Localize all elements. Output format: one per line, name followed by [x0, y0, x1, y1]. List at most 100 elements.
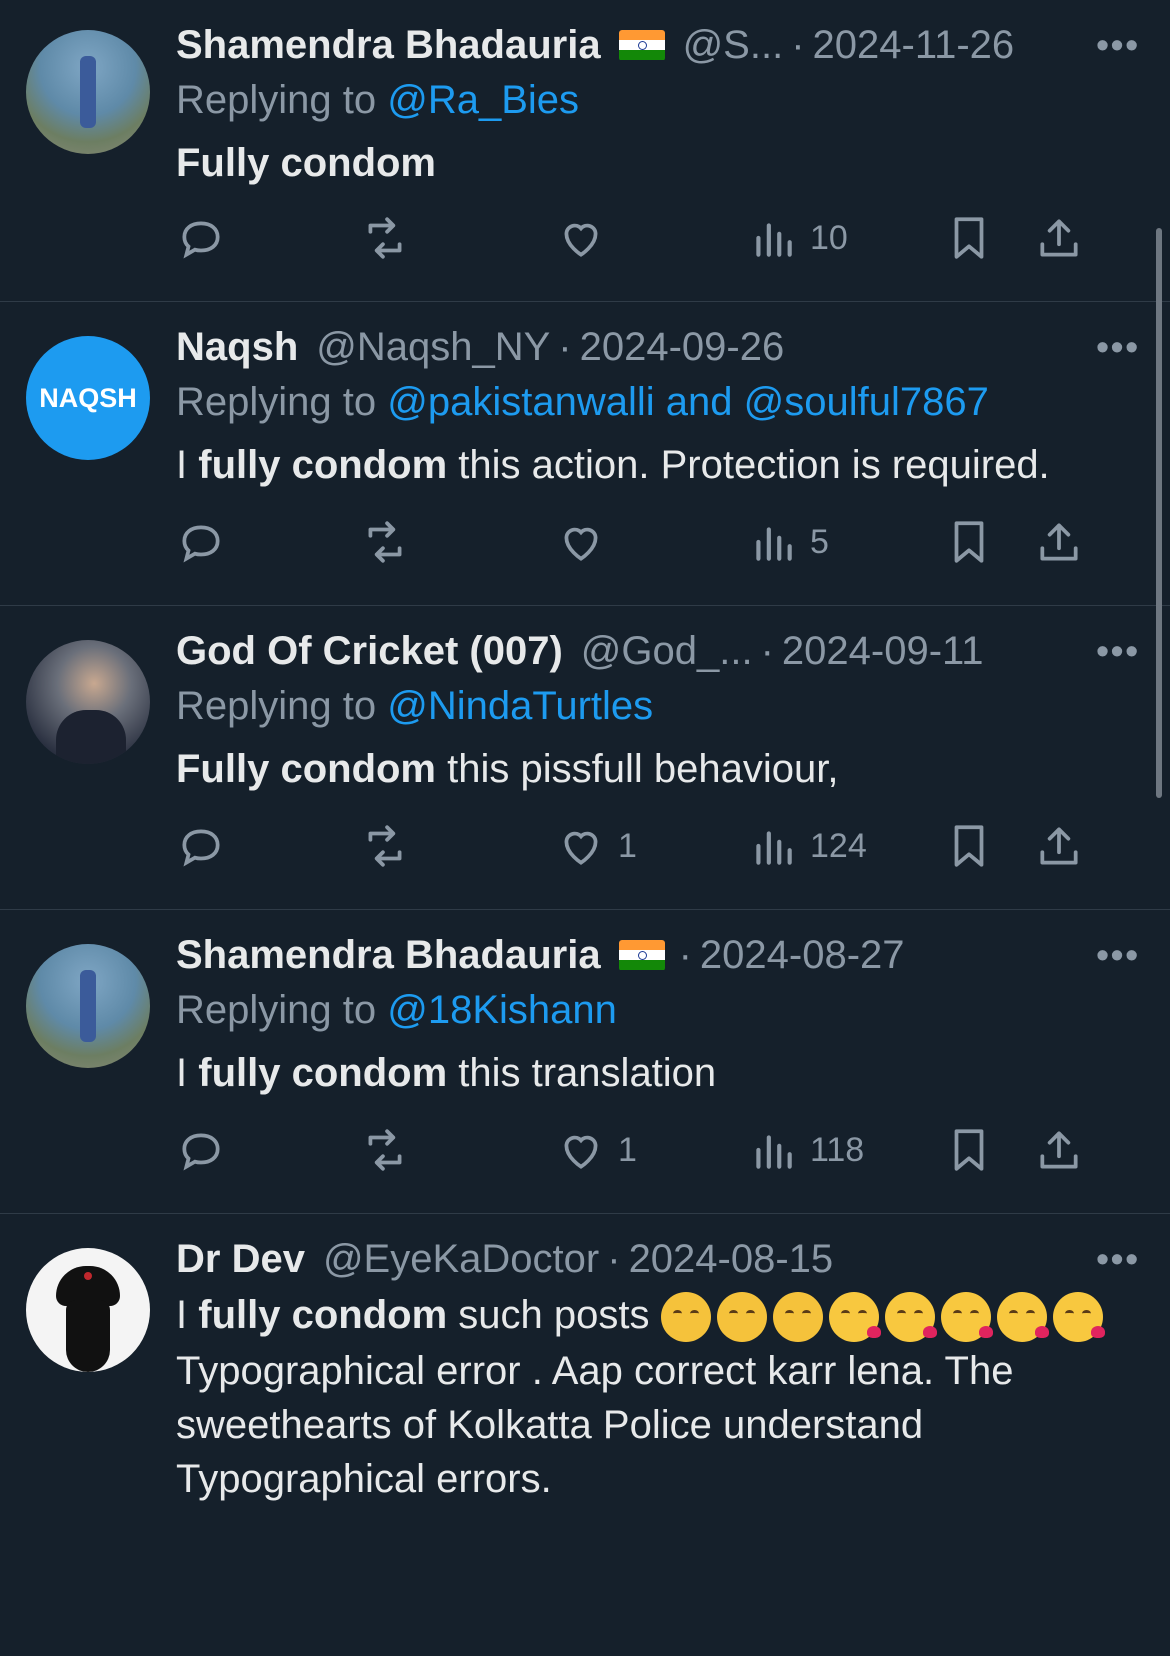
- share-icon: [1040, 827, 1078, 865]
- tweet-text: I fully condom this action. Protection i…: [176, 443, 1050, 487]
- reply-icon: [182, 829, 220, 867]
- author-name[interactable]: Naqsh: [176, 325, 298, 370]
- reply-button[interactable]: [176, 1120, 226, 1180]
- scrollbar[interactable]: [1156, 228, 1162, 798]
- views-button[interactable]: 124: [748, 816, 867, 876]
- author-name[interactable]: Shamendra Bhadauria: [176, 23, 601, 68]
- replying-to: Replying to @18Kishann: [176, 988, 617, 1032]
- like-button[interactable]: 1: [556, 1120, 637, 1180]
- tweet[interactable]: Dr Dev @EyeKaDoctor · 2024-08-15 ••• I f…: [0, 1214, 1170, 1654]
- pensive-face-icon: [772, 1292, 823, 1343]
- post-date[interactable]: 2024-08-27: [700, 933, 905, 978]
- reply-to-link[interactable]: @Ra_Bies: [387, 78, 579, 122]
- views-button[interactable]: 10: [748, 208, 848, 268]
- views-icon: [756, 1135, 792, 1169]
- kissing-heart-face-icon: [1052, 1292, 1105, 1343]
- replying-to: Replying to @Ra_Bies: [176, 78, 580, 122]
- avatar[interactable]: [26, 30, 150, 154]
- bookmark-button[interactable]: [944, 208, 994, 268]
- author-handle[interactable]: @EyeKaDoctor: [323, 1237, 599, 1282]
- views-button[interactable]: 5: [748, 512, 829, 572]
- tweet-actions: 10: [176, 208, 1140, 268]
- author-handle[interactable]: @God_...: [581, 629, 753, 674]
- tweet[interactable]: Shamendra Bhadauria @S... · 2024-11-26 •…: [0, 0, 1170, 302]
- bookmark-icon: [954, 825, 984, 867]
- tweet-actions: 1 124: [176, 816, 1140, 876]
- replying-to: Replying to @pakistanwalli and @soulful7…: [176, 380, 989, 424]
- pensive-face-icon: [716, 1292, 767, 1343]
- bookmark-icon: [954, 217, 984, 259]
- more-options-icon[interactable]: •••: [1096, 326, 1140, 368]
- share-button[interactable]: [1034, 208, 1084, 268]
- like-count: 1: [618, 1130, 637, 1169]
- author-handle[interactable]: @S...: [683, 23, 784, 68]
- like-button[interactable]: [556, 512, 618, 572]
- kissing-heart-face-icon: [884, 1292, 937, 1343]
- post-date[interactable]: 2024-09-26: [580, 325, 785, 370]
- reply-button[interactable]: [176, 816, 226, 876]
- like-button[interactable]: 1: [556, 816, 637, 876]
- avatar[interactable]: NAQSH: [26, 336, 150, 460]
- retweet-button[interactable]: [360, 512, 410, 572]
- share-button[interactable]: [1034, 816, 1084, 876]
- avatar[interactable]: [26, 1248, 150, 1372]
- kissing-heart-face-icon: [940, 1292, 993, 1343]
- post-date[interactable]: 2024-11-26: [813, 23, 1015, 68]
- emoji-row: [660, 1292, 1109, 1343]
- more-options-icon[interactable]: •••: [1096, 630, 1140, 672]
- post-date[interactable]: 2024-09-11: [782, 629, 984, 674]
- reply-to-link[interactable]: @NindaTurtles: [387, 684, 653, 728]
- avatar[interactable]: [26, 640, 150, 764]
- more-options-icon[interactable]: •••: [1096, 1238, 1140, 1280]
- tweet[interactable]: NAQSH Naqsh @Naqsh_NY · 2024-09-26 ••• R…: [0, 302, 1170, 606]
- kissing-heart-face-icon: [996, 1292, 1049, 1343]
- retweet-button[interactable]: [360, 816, 410, 876]
- reply-to-link[interactable]: @18Kishann: [387, 988, 617, 1032]
- share-button[interactable]: [1034, 1120, 1084, 1180]
- tweet[interactable]: God Of Cricket (007) @God_... · 2024-09-…: [0, 606, 1170, 910]
- retweet-button[interactable]: [360, 1120, 410, 1180]
- share-icon: [1040, 1131, 1078, 1169]
- heart-icon: [564, 1135, 598, 1169]
- like-button[interactable]: [556, 208, 618, 268]
- tweet[interactable]: Shamendra Bhadauria · 2024-08-27 ••• Rep…: [0, 910, 1170, 1214]
- post-date[interactable]: 2024-08-15: [629, 1237, 834, 1282]
- author-handle[interactable]: @Naqsh_NY: [316, 325, 550, 370]
- view-count: 118: [810, 1130, 865, 1169]
- retweet-icon: [368, 217, 402, 259]
- bookmark-icon: [954, 1129, 984, 1171]
- view-count: 5: [810, 522, 829, 561]
- view-count: 124: [810, 826, 867, 865]
- share-button[interactable]: [1034, 512, 1084, 572]
- views-button[interactable]: 118: [748, 1120, 864, 1180]
- tweet-header: Shamendra Bhadauria @S... · 2024-11-26: [176, 22, 1015, 68]
- author-name[interactable]: Dr Dev: [176, 1237, 305, 1282]
- india-flag-icon: [618, 939, 665, 971]
- views-icon: [756, 831, 792, 865]
- tweet-text: I fully condom this translation: [176, 1051, 717, 1095]
- reply-to-link[interactable]: @pakistanwalli and @soulful7867: [387, 380, 989, 424]
- bookmark-button[interactable]: [944, 816, 994, 876]
- avatar[interactable]: [26, 944, 150, 1068]
- more-options-icon[interactable]: •••: [1096, 24, 1140, 66]
- reply-button[interactable]: [176, 512, 226, 572]
- views-icon: [756, 527, 792, 561]
- heart-icon: [564, 223, 598, 257]
- tweet-text: I fully condom such posts Typographical …: [176, 1288, 1140, 1506]
- retweet-icon: [368, 825, 402, 867]
- replying-to: Replying to @NindaTurtles: [176, 684, 654, 728]
- like-count: 1: [618, 826, 637, 865]
- reply-button[interactable]: [176, 208, 226, 268]
- bookmark-button[interactable]: [944, 512, 994, 572]
- retweet-button[interactable]: [360, 208, 410, 268]
- retweet-icon: [368, 1129, 402, 1171]
- tweet-header: God Of Cricket (007) @God_... · 2024-09-…: [176, 628, 984, 674]
- author-name[interactable]: God Of Cricket (007): [176, 629, 563, 674]
- heart-icon: [564, 831, 598, 865]
- bookmark-button[interactable]: [944, 1120, 994, 1180]
- more-options-icon[interactable]: •••: [1096, 934, 1140, 976]
- tweet-actions: 5: [176, 512, 1140, 572]
- tweet-text: Fully condom: [176, 141, 436, 185]
- author-name[interactable]: Shamendra Bhadauria: [176, 933, 601, 978]
- kissing-heart-face-icon: [828, 1292, 881, 1343]
